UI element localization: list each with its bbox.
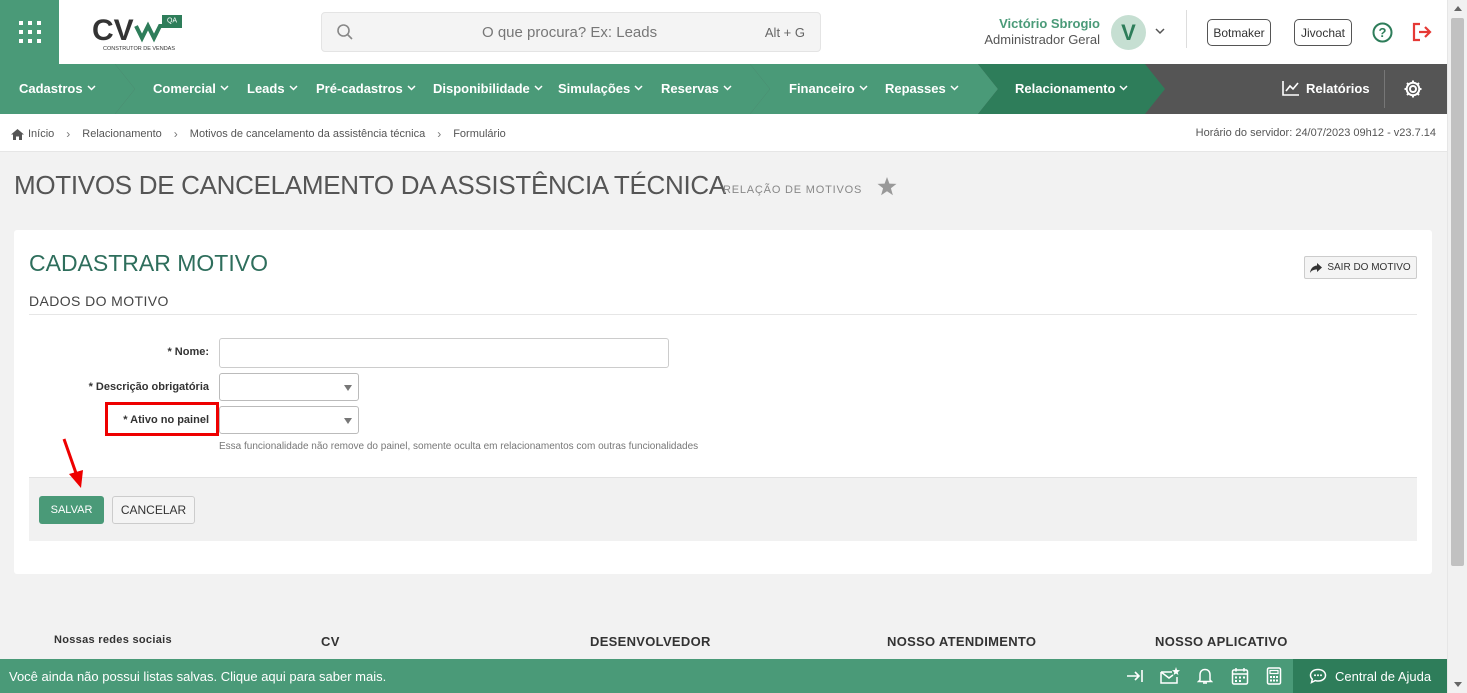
menu-item-disponibilidade[interactable]: Disponibilidade — [433, 81, 543, 96]
form-card: CADASTRAR MOTIVO SAIR DO MOTIVO DADOS DO… — [14, 230, 1432, 574]
divider — [1384, 70, 1385, 108]
search-input[interactable]: O que procura? Ex: Leads Alt + G — [321, 12, 821, 52]
breadcrumb-home[interactable]: Início — [28, 128, 54, 140]
help-icon[interactable]: ? — [1372, 22, 1393, 43]
footer-app: NOSSO APLICATIVO — [1155, 634, 1288, 649]
help-center-button[interactable]: Central de Ajuda — [1293, 659, 1447, 693]
dropdown-arrow-icon — [344, 385, 352, 391]
main-menu: Cadastros Comercial Leads Pré-cadastros … — [0, 64, 1447, 114]
gear-icon[interactable] — [1403, 79, 1423, 99]
menu-item-financeiro[interactable]: Financeiro — [789, 81, 868, 96]
footer-support: NOSSO ATENDIMENTO — [887, 634, 1037, 649]
bottom-bar: Você ainda não possui listas salvas. Cli… — [0, 659, 1447, 693]
menu-item-cadastros[interactable]: Cadastros — [19, 81, 96, 96]
star-icon[interactable] — [877, 177, 897, 196]
chevron-down-icon — [1119, 85, 1128, 91]
footer-social: Nossas redes sociais — [54, 634, 172, 646]
chevron-down-icon — [859, 85, 868, 91]
footer-cv: CV — [321, 634, 340, 649]
scroll-up-icon[interactable] — [1454, 6, 1462, 11]
cancel-button[interactable]: CANCELAR — [112, 496, 195, 524]
annotation-arrow-icon — [62, 438, 83, 488]
line-chart-icon — [1282, 81, 1299, 96]
chevron-down-icon — [634, 85, 643, 91]
calculator-icon[interactable] — [1266, 667, 1282, 685]
dropdown-arrow-icon — [344, 418, 352, 424]
chevron-down-icon — [950, 85, 959, 91]
form-title: CADASTRAR MOTIVO — [29, 250, 268, 276]
mail-star-icon[interactable] — [1160, 667, 1180, 685]
page-title: MOTIVOS DE CANCELAMENTO DA ASSISTÊNCIA T… — [14, 170, 726, 200]
chevron-down-icon — [220, 85, 229, 91]
calendar-icon[interactable] — [1231, 667, 1249, 685]
exit-motivo-button[interactable]: SAIR DO MOTIVO — [1304, 256, 1417, 279]
chevron-down-icon[interactable] — [1154, 25, 1166, 37]
svg-text:?: ? — [1379, 25, 1387, 40]
chevron-down-icon — [407, 85, 416, 91]
bell-icon[interactable] — [1197, 667, 1213, 685]
footer-developer: DESENVOLVEDOR — [590, 634, 711, 649]
scroll-down-icon[interactable] — [1454, 682, 1462, 687]
annotation-highlight-box — [105, 402, 219, 436]
user-role: Administrador Geral — [984, 32, 1100, 47]
menu-item-leads[interactable]: Leads — [247, 81, 298, 96]
descricao-label: * Descrição obrigatória — [88, 381, 209, 393]
grid-icon — [18, 21, 41, 43]
logout-icon[interactable] — [1411, 22, 1433, 42]
breadcrumb-motivos[interactable]: Motivos de cancelamento da assistência t… — [190, 128, 425, 140]
scroll-thumb[interactable] — [1451, 18, 1464, 566]
jivochat-button[interactable]: Jivochat — [1294, 19, 1352, 46]
logo-tagline: CONSTRUTOR DE VENDAS — [103, 46, 175, 52]
form-actions: SALVAR CANCELAR — [29, 477, 1417, 541]
menu-item-simulacoes[interactable]: Simulações — [558, 81, 643, 96]
user-info[interactable]: Victório Sbrogio Administrador Geral — [940, 16, 1100, 48]
breadcrumb-relacionamento[interactable]: Relacionamento — [82, 128, 162, 140]
apps-menu-button[interactable] — [0, 0, 59, 64]
save-button[interactable]: SALVAR — [39, 496, 104, 524]
chevron-down-icon — [87, 85, 96, 91]
ativo-hint: Essa funcionalidade não remove do painel… — [219, 441, 699, 452]
chevron-down-icon — [723, 85, 732, 91]
nome-input[interactable] — [219, 338, 669, 368]
avatar[interactable]: V — [1111, 15, 1146, 50]
chevron-down-icon — [289, 85, 298, 91]
botmaker-button[interactable]: Botmaker — [1207, 19, 1271, 46]
chevron-down-icon — [534, 85, 543, 91]
cv-logo[interactable]: CV QA CONSTRUTOR DE VENDAS — [92, 12, 187, 54]
logo-text: CV — [92, 14, 134, 47]
breadcrumb-formulario: Formulário — [453, 128, 506, 140]
breadcrumb: Início › Relacionamento › Motivos de can… — [11, 127, 506, 141]
server-time: Horário do servidor: 24/07/2023 09h12 - … — [1195, 127, 1436, 139]
menu-item-repasses[interactable]: Repasses — [885, 81, 959, 96]
search-icon — [337, 24, 353, 40]
nome-label: * Nome: — [167, 346, 209, 358]
page-subtitle: RELAÇÃO DE MOTIVOS — [723, 184, 863, 196]
menu-item-relatorios[interactable]: Relatórios — [1282, 80, 1370, 96]
menu-item-comercial[interactable]: Comercial — [153, 81, 229, 96]
collapse-arrow-icon[interactable] — [1126, 667, 1144, 685]
ativo-select[interactable] — [219, 406, 359, 434]
search-placeholder: O que procura? Ex: Leads — [482, 24, 658, 41]
menu-item-pre-cadastros[interactable]: Pré-cadastros — [316, 81, 416, 96]
chat-icon — [1309, 668, 1327, 684]
user-name: Victório Sbrogio — [999, 16, 1100, 31]
scrollbar[interactable] — [1447, 0, 1467, 693]
menu-item-reservas[interactable]: Reservas — [661, 81, 732, 96]
divider — [1186, 10, 1187, 48]
menu-item-relacionamento[interactable]: Relacionamento — [1015, 81, 1128, 96]
top-header: CV QA CONSTRUTOR DE VENDAS O que procura… — [0, 0, 1447, 64]
breadcrumb-bar: Início › Relacionamento › Motivos de can… — [0, 114, 1447, 152]
share-arrow-icon — [1310, 262, 1323, 273]
section-title: DADOS DO MOTIVO — [29, 293, 169, 309]
saved-lists-message[interactable]: Você ainda não possui listas salvas. Cli… — [9, 669, 386, 684]
search-shortcut: Alt + G — [764, 25, 805, 40]
logo-badge: QA — [167, 18, 177, 25]
divider — [29, 314, 1417, 315]
descricao-select[interactable] — [219, 373, 359, 401]
home-icon[interactable] — [11, 128, 24, 140]
